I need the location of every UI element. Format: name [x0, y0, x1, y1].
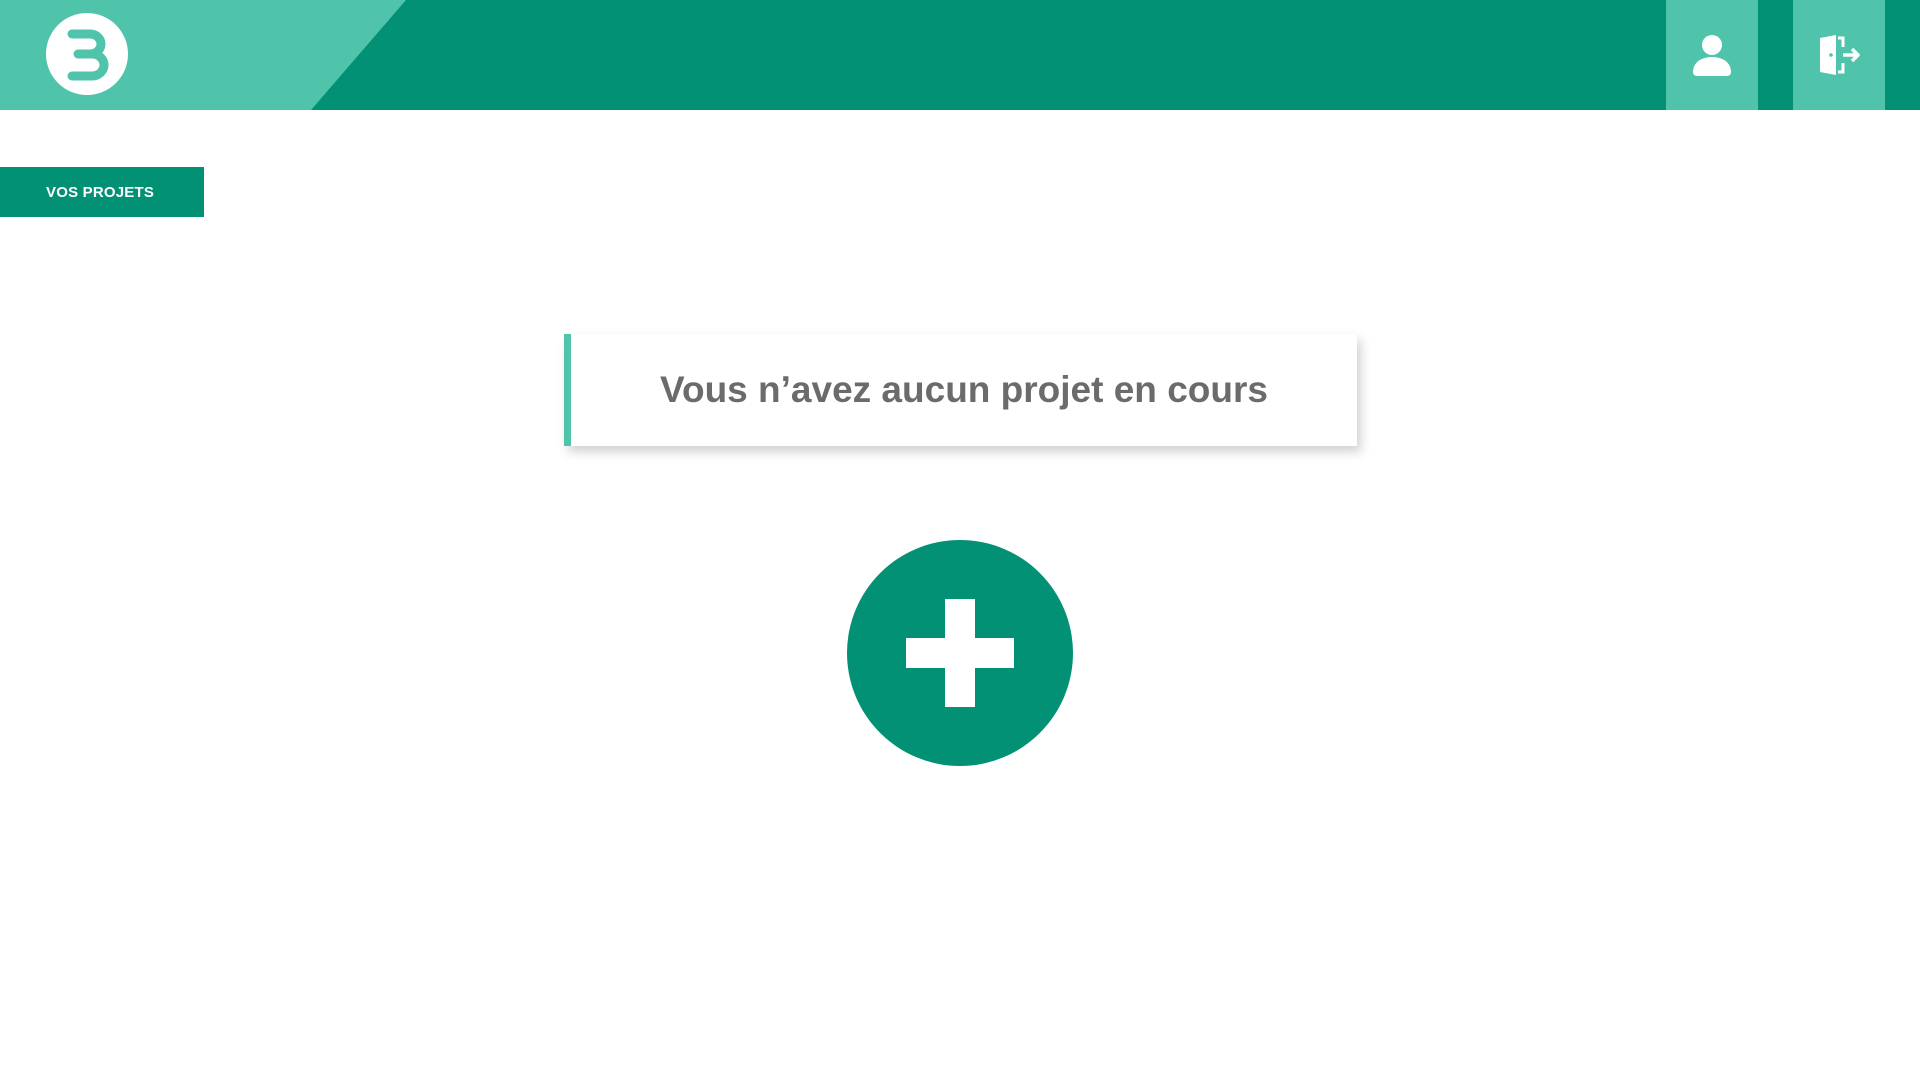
tab-vos-projets[interactable]: VOS PROJETS: [0, 167, 204, 217]
logout-door-icon: [1820, 35, 1860, 75]
top-header-bar: [0, 0, 1920, 110]
logout-button[interactable]: [1793, 0, 1885, 110]
add-project-button[interactable]: [847, 540, 1073, 766]
b-logo-icon[interactable]: [46, 13, 128, 95]
empty-state-message: Vous n’avez aucun projet en cours: [660, 369, 1268, 410]
user-icon: [1693, 35, 1731, 76]
plus-icon: [906, 599, 1014, 707]
tab-label: VOS PROJETS: [46, 183, 155, 201]
user-profile-button[interactable]: [1666, 0, 1758, 110]
empty-state-card: Vous n’avez aucun projet en cours: [564, 334, 1357, 446]
